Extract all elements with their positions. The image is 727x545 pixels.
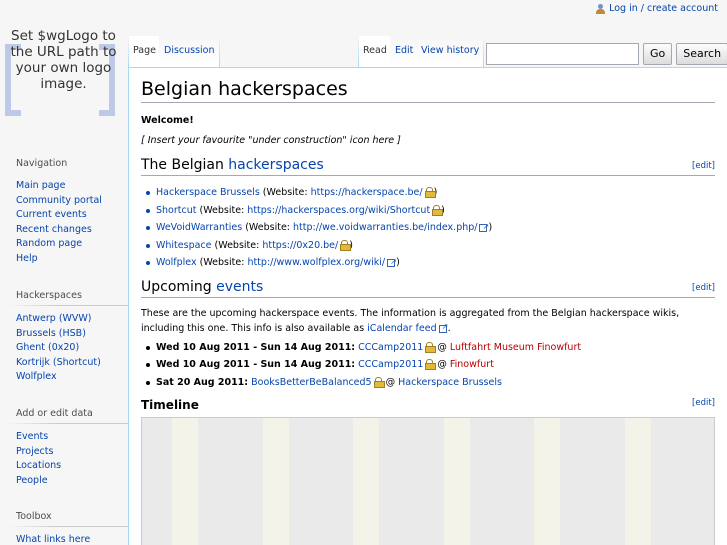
- hs-brussels[interactable]: Brussels (HSB): [16, 328, 86, 339]
- external-link-icon: [438, 319, 448, 334]
- timeline-band: [625, 418, 651, 545]
- portal-separator: [8, 305, 128, 306]
- location-link[interactable]: Hackerspace Brussels: [398, 377, 502, 388]
- lock-icon: [432, 204, 444, 216]
- personal-tools: Log in / create account: [596, 3, 718, 14]
- tab-edit[interactable]: Edit: [390, 36, 419, 67]
- space-link[interactable]: Shortcut: [156, 205, 196, 216]
- section-heading-events: Upcoming events [edit]: [141, 279, 715, 298]
- location-link[interactable]: Finowfurt: [450, 359, 494, 370]
- lock-icon: [425, 341, 437, 353]
- portal-toolbox: Toolbox What links here: [0, 511, 128, 545]
- search-input[interactable]: [486, 43, 639, 65]
- timeline-band: [263, 418, 289, 545]
- hackerspaces-link[interactable]: hackerspaces: [228, 157, 324, 173]
- edit-section-link[interactable]: [edit]: [692, 398, 715, 408]
- list-item: Shortcut (Website: https://hackerspaces.…: [141, 202, 715, 220]
- hs-kortrijk[interactable]: Kortrijk (Shortcut): [16, 357, 101, 368]
- list-item: WeVoidWarranties (Website: http://we.voi…: [141, 218, 715, 237]
- website-link[interactable]: https://hackerspaces.org/wiki/Shortcut: [247, 205, 430, 216]
- nav-recent-changes[interactable]: Recent changes: [16, 224, 92, 235]
- tab-discussion[interactable]: Discussion: [159, 36, 220, 67]
- timeline-widget[interactable]: [141, 417, 715, 545]
- search-bar: Go Search: [486, 43, 727, 65]
- nav-help[interactable]: Help: [16, 253, 38, 264]
- portal-heading: Toolbox: [16, 511, 52, 522]
- list-item: Sat 20 Aug 2011: BooksBetterBeBalanced5 …: [141, 374, 715, 392]
- timeline-band: [353, 418, 379, 545]
- portal-separator: [8, 423, 128, 424]
- timeline-band: [172, 418, 198, 545]
- portal-hackerspaces: Hackerspaces Antwerp (WVW) Brussels (HSB…: [0, 290, 128, 385]
- nav-community-portal[interactable]: Community portal: [16, 195, 102, 206]
- portal-heading: Hackerspaces: [16, 290, 82, 301]
- tab-read[interactable]: Read: [358, 36, 392, 67]
- data-locations[interactable]: Locations: [16, 460, 61, 471]
- event-list: Wed 10 Aug 2011 - Sun 14 Aug 2011: CCCam…: [141, 339, 715, 392]
- space-link[interactable]: Wolfplex: [156, 257, 197, 268]
- list-item: Wolfplex (Website: http://www.wolfplex.o…: [141, 253, 715, 272]
- section-heading-hackerspaces: The Belgian hackerspaces [edit]: [141, 157, 715, 176]
- icalendar-feed-link[interactable]: iCalendar feed: [367, 323, 436, 334]
- location-link[interactable]: Luftfahrt Museum Finowfurt: [450, 342, 581, 353]
- website-link[interactable]: http://www.wolfplex.org/wiki/: [247, 257, 385, 268]
- lock-icon: [340, 239, 352, 251]
- event-link[interactable]: BooksBetterBeBalanced5: [251, 377, 371, 388]
- website-link[interactable]: https://hackerspace.be/: [311, 187, 423, 198]
- data-people[interactable]: People: [16, 475, 48, 486]
- hs-antwerp[interactable]: Antwerp (WVW): [16, 313, 92, 324]
- timeline-band: [444, 418, 470, 545]
- list-item: Wed 10 Aug 2011 - Sun 14 Aug 2011: CCCam…: [141, 339, 715, 357]
- space-link[interactable]: WeVoidWarranties: [156, 222, 242, 233]
- space-link[interactable]: Whitespace: [156, 240, 212, 251]
- portal-add-edit: Add or edit data Events Projects Locatio…: [0, 408, 128, 488]
- portal-separator: [8, 526, 128, 527]
- space-link[interactable]: Hackerspace Brussels: [156, 187, 260, 198]
- portal-heading: Add or edit data: [16, 408, 93, 419]
- lock-icon: [424, 187, 436, 198]
- hackerspace-list: Hackerspace Brussels (Website: https://h…: [141, 184, 715, 272]
- portal-navigation: Navigation Main page Community portal Cu…: [0, 158, 128, 266]
- edit-section-link[interactable]: [edit]: [692, 161, 715, 171]
- welcome-text: Welcome!: [141, 115, 194, 126]
- portal-heading: Navigation: [16, 158, 68, 169]
- data-events[interactable]: Events: [16, 431, 48, 442]
- event-link[interactable]: CCCamp2011: [358, 342, 423, 353]
- page-title: Belgian hackerspaces: [141, 78, 715, 103]
- edit-section-link[interactable]: [edit]: [692, 283, 715, 293]
- hs-wolfplex[interactable]: Wolfplex: [16, 371, 57, 382]
- timeline-band: [534, 418, 560, 545]
- list-item: Whitespace (Website: https://0x20.be/): [141, 237, 715, 255]
- site-logo[interactable]: Set $wgLogo to the URL path to your own …: [0, 24, 127, 122]
- section-heading-timeline: Timeline [edit]: [141, 398, 715, 412]
- event-link[interactable]: CCCamp2011: [358, 359, 423, 370]
- events-intro: These are the upcoming hackerspace event…: [141, 306, 715, 336]
- logo-placeholder-text: Set $wgLogo to the URL path to your own …: [10, 28, 117, 92]
- website-link[interactable]: http://we.voidwarranties.be/index.php/: [293, 222, 477, 233]
- website-link[interactable]: https://0x20.be/: [262, 240, 338, 251]
- lock-icon: [425, 359, 437, 370]
- nav-random-page[interactable]: Random page: [16, 238, 82, 249]
- tool-what-links-here[interactable]: What links here: [16, 534, 90, 545]
- external-link-icon: [479, 218, 489, 236]
- data-projects[interactable]: Projects: [16, 446, 53, 457]
- tab-page[interactable]: Page: [128, 36, 161, 67]
- go-button[interactable]: Go: [643, 43, 673, 65]
- hs-ghent[interactable]: Ghent (0x20): [16, 342, 79, 353]
- user-icon: [596, 3, 606, 14]
- nav-main-page[interactable]: Main page: [16, 180, 65, 191]
- nav-current-events[interactable]: Current events: [16, 209, 87, 220]
- lock-icon: [373, 376, 385, 388]
- list-item: Wed 10 Aug 2011 - Sun 14 Aug 2011: CCCam…: [141, 356, 715, 374]
- search-button[interactable]: Search: [676, 43, 727, 65]
- main-content: Belgian hackerspaces Welcome! [ Insert y…: [128, 67, 727, 545]
- tab-view-history[interactable]: View history: [416, 36, 485, 67]
- construction-note: [ Insert your favourite "under construct…: [141, 135, 401, 146]
- login-link[interactable]: Log in / create account: [609, 3, 718, 14]
- events-link[interactable]: events: [216, 279, 263, 295]
- external-link-icon: [387, 253, 397, 271]
- list-item: Hackerspace Brussels (Website: https://h…: [141, 184, 715, 202]
